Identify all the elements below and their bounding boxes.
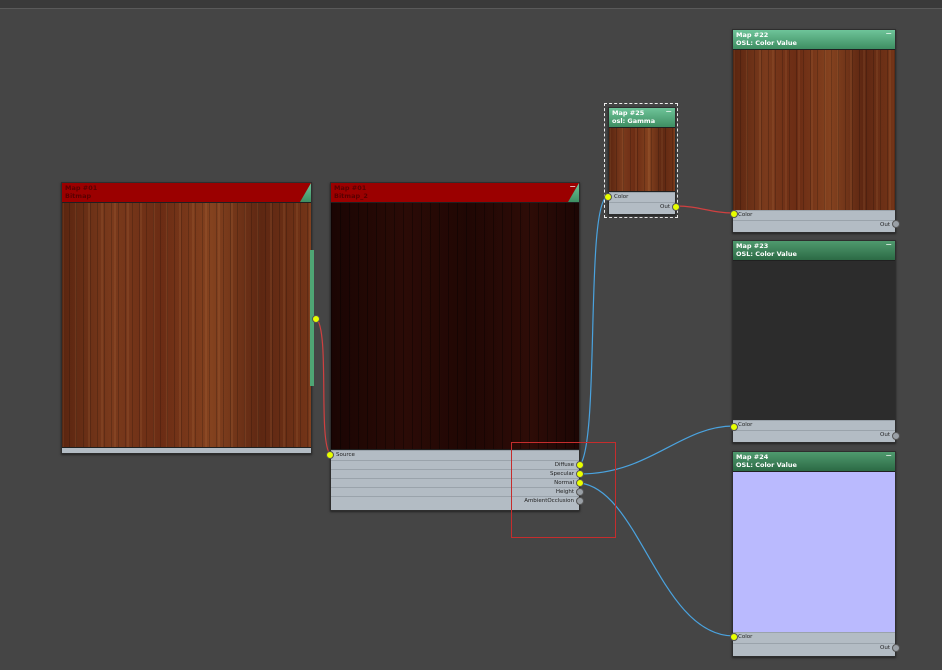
minimize-button[interactable]: − [885, 30, 892, 38]
node-header[interactable]: Map #24 OSL: Color Value − [733, 452, 895, 471]
selection-highlight-box [511, 442, 616, 538]
minimize-button[interactable]: − [885, 452, 892, 460]
node-title: Map #01 [334, 184, 367, 192]
port-label: Color [738, 634, 753, 640]
wire-diffuse-to-gamma [579, 195, 609, 466]
port-label: Out [880, 645, 890, 651]
wood-texture-preview [62, 202, 311, 448]
port-row-color: Color [733, 420, 895, 430]
node-header[interactable]: Map #01 Bitmap [62, 183, 311, 202]
port-label: Out [660, 204, 670, 210]
map23-input-port[interactable] [730, 423, 738, 431]
port-label: Color [738, 212, 753, 218]
node-title: Map #24 [736, 453, 769, 461]
wire-bitmap-to-source [315, 317, 331, 455]
map24-input-port[interactable] [730, 633, 738, 641]
minimize-button[interactable]: − [569, 183, 576, 191]
port-row-color: Color [733, 210, 895, 220]
top-bar [0, 0, 942, 9]
minimize-button[interactable]: − [665, 108, 672, 116]
node-title: Map #22 [736, 31, 769, 39]
wire-gamma-to-map22 [675, 205, 735, 214]
map23-output-port[interactable] [892, 432, 900, 440]
map22-output-port[interactable] [892, 220, 900, 228]
port-label: Color [738, 422, 753, 428]
node-subtitle: OSL: Color Value [736, 250, 797, 258]
node-subtitle: Bitmap [65, 192, 92, 200]
bitmap-node-left[interactable]: Map #01 Bitmap [61, 182, 312, 454]
map24-node[interactable]: Map #24 OSL: Color Value − Color Out [732, 451, 896, 657]
port-label: Out [880, 432, 890, 438]
node-title: Map #01 [65, 184, 98, 192]
gamma-node[interactable]: Map #25 osl: Gamma − Color Out [608, 107, 676, 215]
node-title: Map #25 [612, 109, 645, 117]
color-preview [733, 471, 895, 633]
node-header[interactable]: Map #23 OSL: Color Value − [733, 241, 895, 260]
node-subtitle: OSL: Color Value [736, 461, 797, 469]
source-input-port[interactable] [326, 451, 334, 459]
port-row-out: Out [733, 220, 895, 230]
wood-texture-preview [609, 127, 675, 192]
port-label: Color [614, 194, 629, 200]
port-row-out: Out [733, 430, 895, 440]
port-row-color: Color [609, 192, 675, 202]
wood-texture-preview [733, 49, 895, 211]
map22-input-port[interactable] [730, 210, 738, 218]
port-row-out: Out [609, 202, 675, 212]
node-header[interactable]: Map #01 Bitmap_2 − [331, 183, 579, 202]
node-header[interactable]: Map #22 OSL: Color Value − [733, 30, 895, 49]
node-subtitle: osl: Gamma [612, 117, 656, 125]
node-subtitle: Bitmap_2 [334, 192, 368, 200]
gamma-output-port[interactable] [672, 203, 680, 211]
map24-output-port[interactable] [892, 644, 900, 652]
port-row-color: Color [733, 632, 895, 642]
map22-node[interactable]: Map #22 OSL: Color Value − Color Out [732, 29, 896, 233]
color-preview [733, 260, 895, 421]
port-row-out: Out [733, 643, 895, 653]
dark-texture-preview [331, 202, 579, 450]
node-subtitle: OSL: Color Value [736, 39, 797, 47]
gamma-input-port[interactable] [604, 193, 612, 201]
node-title: Map #23 [736, 242, 769, 250]
minimize-button[interactable]: − [885, 241, 892, 249]
port-label: Out [880, 222, 890, 228]
node-header[interactable]: Map #25 osl: Gamma − [609, 108, 675, 127]
port-label: Source [336, 452, 355, 458]
bitmap-output-port[interactable] [312, 315, 320, 323]
map23-node[interactable]: Map #23 OSL: Color Value − Color Out [732, 240, 896, 443]
